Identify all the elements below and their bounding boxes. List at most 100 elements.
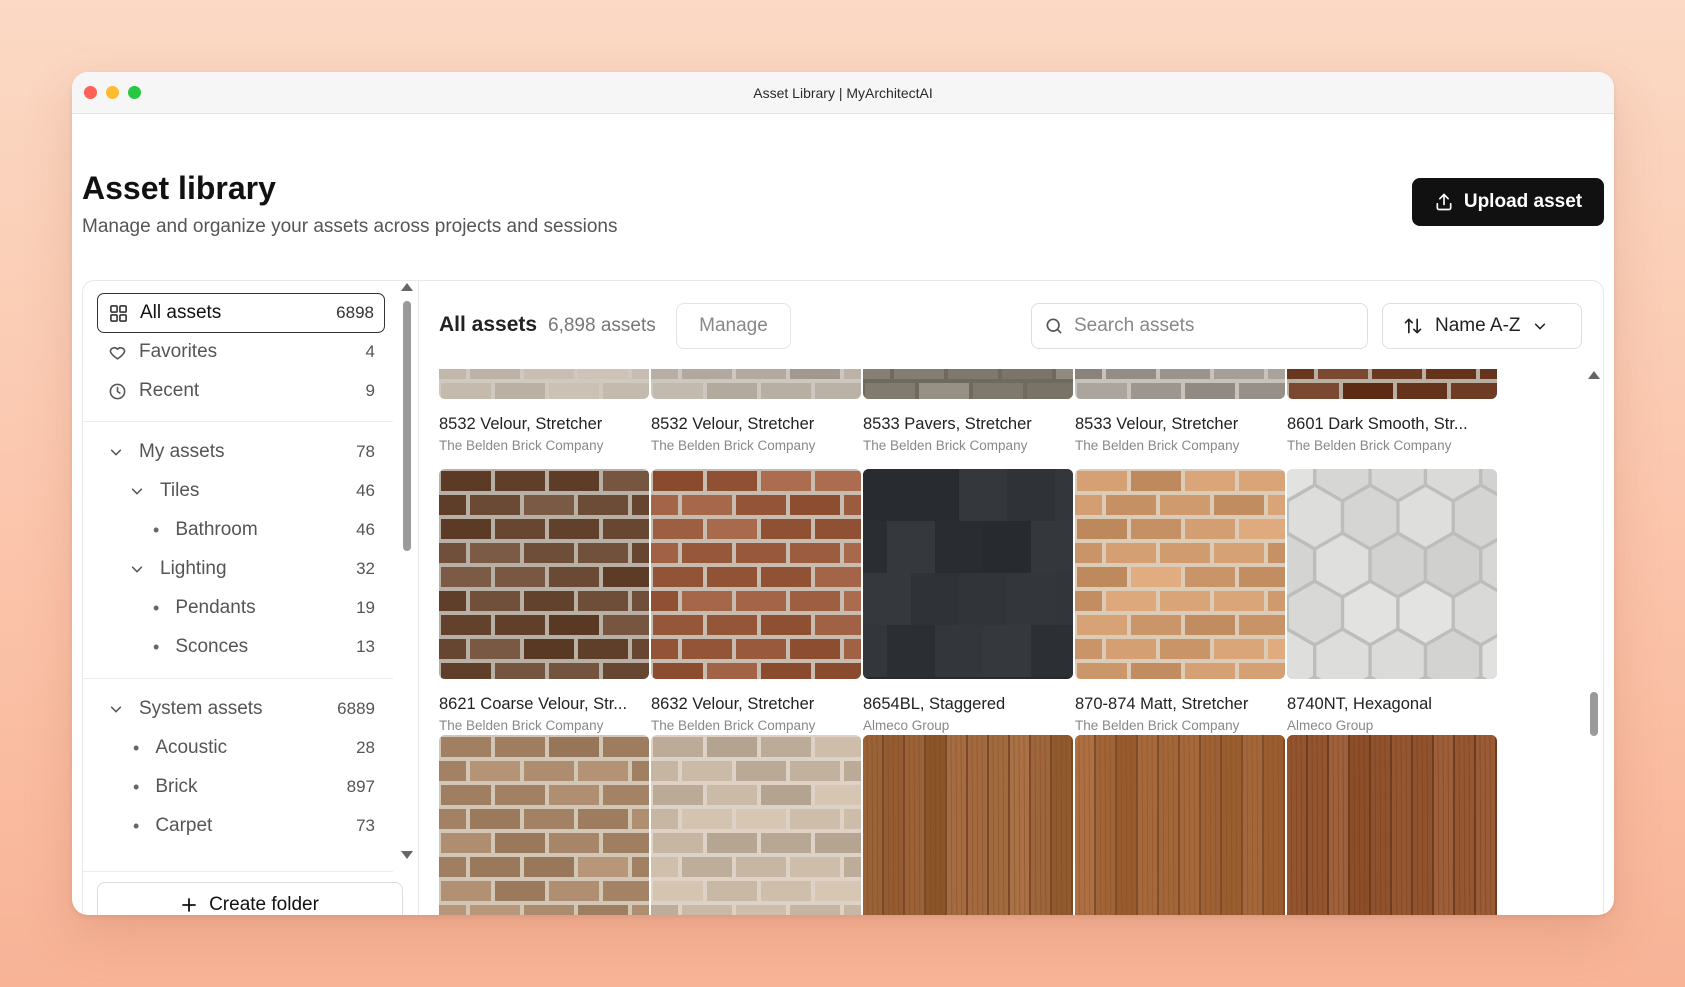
asset-card[interactable]: 8533 Pavers, Stretcher The Belden Brick C…	[863, 369, 1073, 453]
asset-thumbnail[interactable]	[1287, 369, 1497, 399]
maximize-window-button[interactable]	[128, 86, 141, 99]
asset-card[interactable]: 8621 Coarse Velour, Str... The Belden Bri…	[439, 469, 649, 733]
sidebar-item-count: 46	[356, 520, 375, 539]
asset-card[interactable]	[1075, 735, 1285, 915]
window-title: Asset Library | MyArchitectAI	[753, 84, 933, 101]
sidebar-item-acoustic[interactable]: • Acoustic 28	[97, 728, 385, 768]
asset-maker: The Belden Brick Company	[863, 438, 1028, 453]
asset-card[interactable]: 8533 Velour, Stretcher The Belden Brick C…	[1075, 369, 1285, 453]
section-title: All assets	[439, 313, 538, 336]
asset-thumbnail[interactable]	[651, 469, 861, 679]
grid-icon	[108, 303, 128, 323]
asset-maker: The Belden Brick Company	[439, 438, 604, 453]
close-window-button[interactable]	[84, 86, 97, 99]
asset-thumbnail[interactable]	[1075, 369, 1285, 399]
sidebar-item-label: Pendants	[175, 597, 256, 618]
sidebar-item-sconces[interactable]: • Sconces 13	[97, 627, 385, 667]
sort-dropdown[interactable]: Name A-Z	[1382, 303, 1582, 349]
asset-thumbnail[interactable]	[1287, 469, 1497, 679]
create-folder-label: Create folder	[209, 894, 319, 915]
sidebar-folder-tiles[interactable]: Tiles 46	[97, 471, 385, 511]
sidebar-item-all-assets[interactable]: All assets 6898	[97, 293, 385, 333]
sidebar-item-label: Bathroom	[175, 519, 258, 540]
manage-button[interactable]: Manage	[676, 303, 791, 349]
asset-thumbnail[interactable]	[863, 369, 1073, 399]
asset-thumbnail[interactable]	[863, 735, 1073, 915]
sidebar-item-label: My assets	[139, 441, 225, 462]
asset-thumbnail[interactable]	[439, 735, 649, 915]
asset-name: 8632 Velour, Stretcher	[651, 695, 815, 713]
minimize-window-button[interactable]	[106, 86, 119, 99]
sidebar-folder-my-assets[interactable]: My assets 78	[97, 432, 385, 472]
bullet-icon: •	[153, 597, 160, 618]
sidebar-divider	[83, 678, 393, 679]
upload-icon	[1436, 193, 1452, 211]
asset-count: 6,898 assets	[548, 315, 656, 336]
sidebar-item-count: 897	[346, 777, 375, 796]
asset-card[interactable]: 870-874 Matt, Stretcher The Belden Brick …	[1075, 469, 1285, 733]
sidebar-item-count: 78	[356, 442, 375, 461]
page-subtitle: Manage and organize your assets across p…	[82, 216, 618, 237]
chevron-down-icon[interactable]	[128, 482, 146, 500]
asset-name: 8654BL, Staggered	[863, 695, 1006, 713]
asset-card[interactable]	[1287, 735, 1497, 915]
asset-thumbnail[interactable]	[863, 469, 1073, 679]
asset-thumbnail[interactable]	[1287, 735, 1497, 915]
sidebar-item-favorites[interactable]: Favorites 4	[97, 332, 385, 372]
asset-maker: The Belden Brick Company	[651, 718, 816, 733]
scroll-down-arrow-icon[interactable]	[401, 851, 413, 859]
sidebar-scrollbar[interactable]	[401, 281, 413, 871]
sidebar-item-count: 9	[365, 381, 375, 400]
scroll-up-arrow-icon[interactable]	[401, 283, 413, 291]
asset-thumbnail[interactable]	[651, 369, 861, 399]
asset-name: 8533 Velour, Stretcher	[1075, 415, 1239, 433]
sidebar-item-count: 46	[356, 481, 375, 500]
asset-name: 8532 Velour, Stretcher	[439, 415, 603, 433]
asset-card[interactable]: 8532 Velour, Stretcher The Belden Brick C…	[651, 369, 861, 453]
sidebar-item-count: 4	[365, 342, 375, 361]
grid-scroll-thumb[interactable]	[1590, 692, 1598, 736]
sidebar-scroll-thumb[interactable]	[403, 301, 411, 551]
asset-card[interactable]	[439, 735, 649, 915]
clock-icon	[107, 381, 127, 401]
sidebar-item-brick[interactable]: • Brick 897	[97, 767, 385, 807]
asset-thumbnail[interactable]	[439, 469, 649, 679]
upload-asset-button[interactable]: Upload asset	[1412, 178, 1604, 226]
asset-thumbnail[interactable]	[1075, 469, 1285, 679]
sidebar-item-label: Brick	[155, 776, 198, 797]
sidebar-item-pendants[interactable]: • Pendants 19	[97, 588, 385, 628]
chevron-down-icon[interactable]	[107, 700, 125, 718]
asset-card[interactable]: 8654BL, Staggered Almeco Group	[863, 469, 1073, 733]
search-input[interactable]	[1074, 315, 1344, 337]
asset-card[interactable]: 8532 Velour, Stretcher The Belden Brick C…	[439, 369, 649, 453]
sidebar-item-recent[interactable]: Recent 9	[97, 371, 385, 411]
sidebar-item-count: 6898	[336, 303, 374, 322]
asset-thumbnail[interactable]	[439, 369, 649, 399]
sidebar-folder-system-assets[interactable]: System assets 6889	[97, 689, 385, 729]
asset-thumbnail[interactable]	[1075, 735, 1285, 915]
asset-card[interactable]	[863, 735, 1073, 915]
sidebar-item-label: Carpet	[155, 815, 213, 836]
sort-icon	[1404, 318, 1422, 334]
asset-card[interactable]: 8740NT, Hexagonal Almeco Group	[1287, 469, 1497, 733]
asset-card[interactable]: 8632 Velour, Stretcher The Belden Brick C…	[651, 469, 861, 733]
create-folder-button[interactable]: Create folder	[97, 882, 403, 915]
asset-name: 8740NT, Hexagonal	[1287, 695, 1432, 713]
search-box[interactable]	[1031, 303, 1368, 349]
sidebar-item-carpet[interactable]: • Carpet 73	[97, 806, 385, 846]
chevron-down-icon[interactable]	[128, 560, 146, 578]
chevron-down-icon[interactable]	[107, 443, 125, 461]
asset-maker: Almeco Group	[863, 718, 950, 733]
bullet-icon: •	[133, 815, 140, 836]
sidebar-item-count: 32	[356, 559, 375, 578]
asset-card[interactable]: 8601 Dark Smooth, Str... The Belden Brick…	[1287, 369, 1497, 453]
sort-label: Name A-Z	[1435, 315, 1521, 336]
sidebar-item-bathroom[interactable]: • Bathroom 46	[97, 510, 385, 550]
asset-thumbnail[interactable]	[651, 735, 861, 915]
asset-grid-scrollbar[interactable]	[1587, 369, 1601, 915]
scroll-up-arrow-icon[interactable]	[1588, 371, 1600, 379]
sidebar-folder-lighting[interactable]: Lighting 32	[97, 549, 385, 589]
asset-card[interactable]	[651, 735, 861, 915]
folder-tree: All assets 6898 Favorites 4 Recent 9 My …	[83, 281, 393, 871]
bullet-icon: •	[153, 519, 160, 540]
